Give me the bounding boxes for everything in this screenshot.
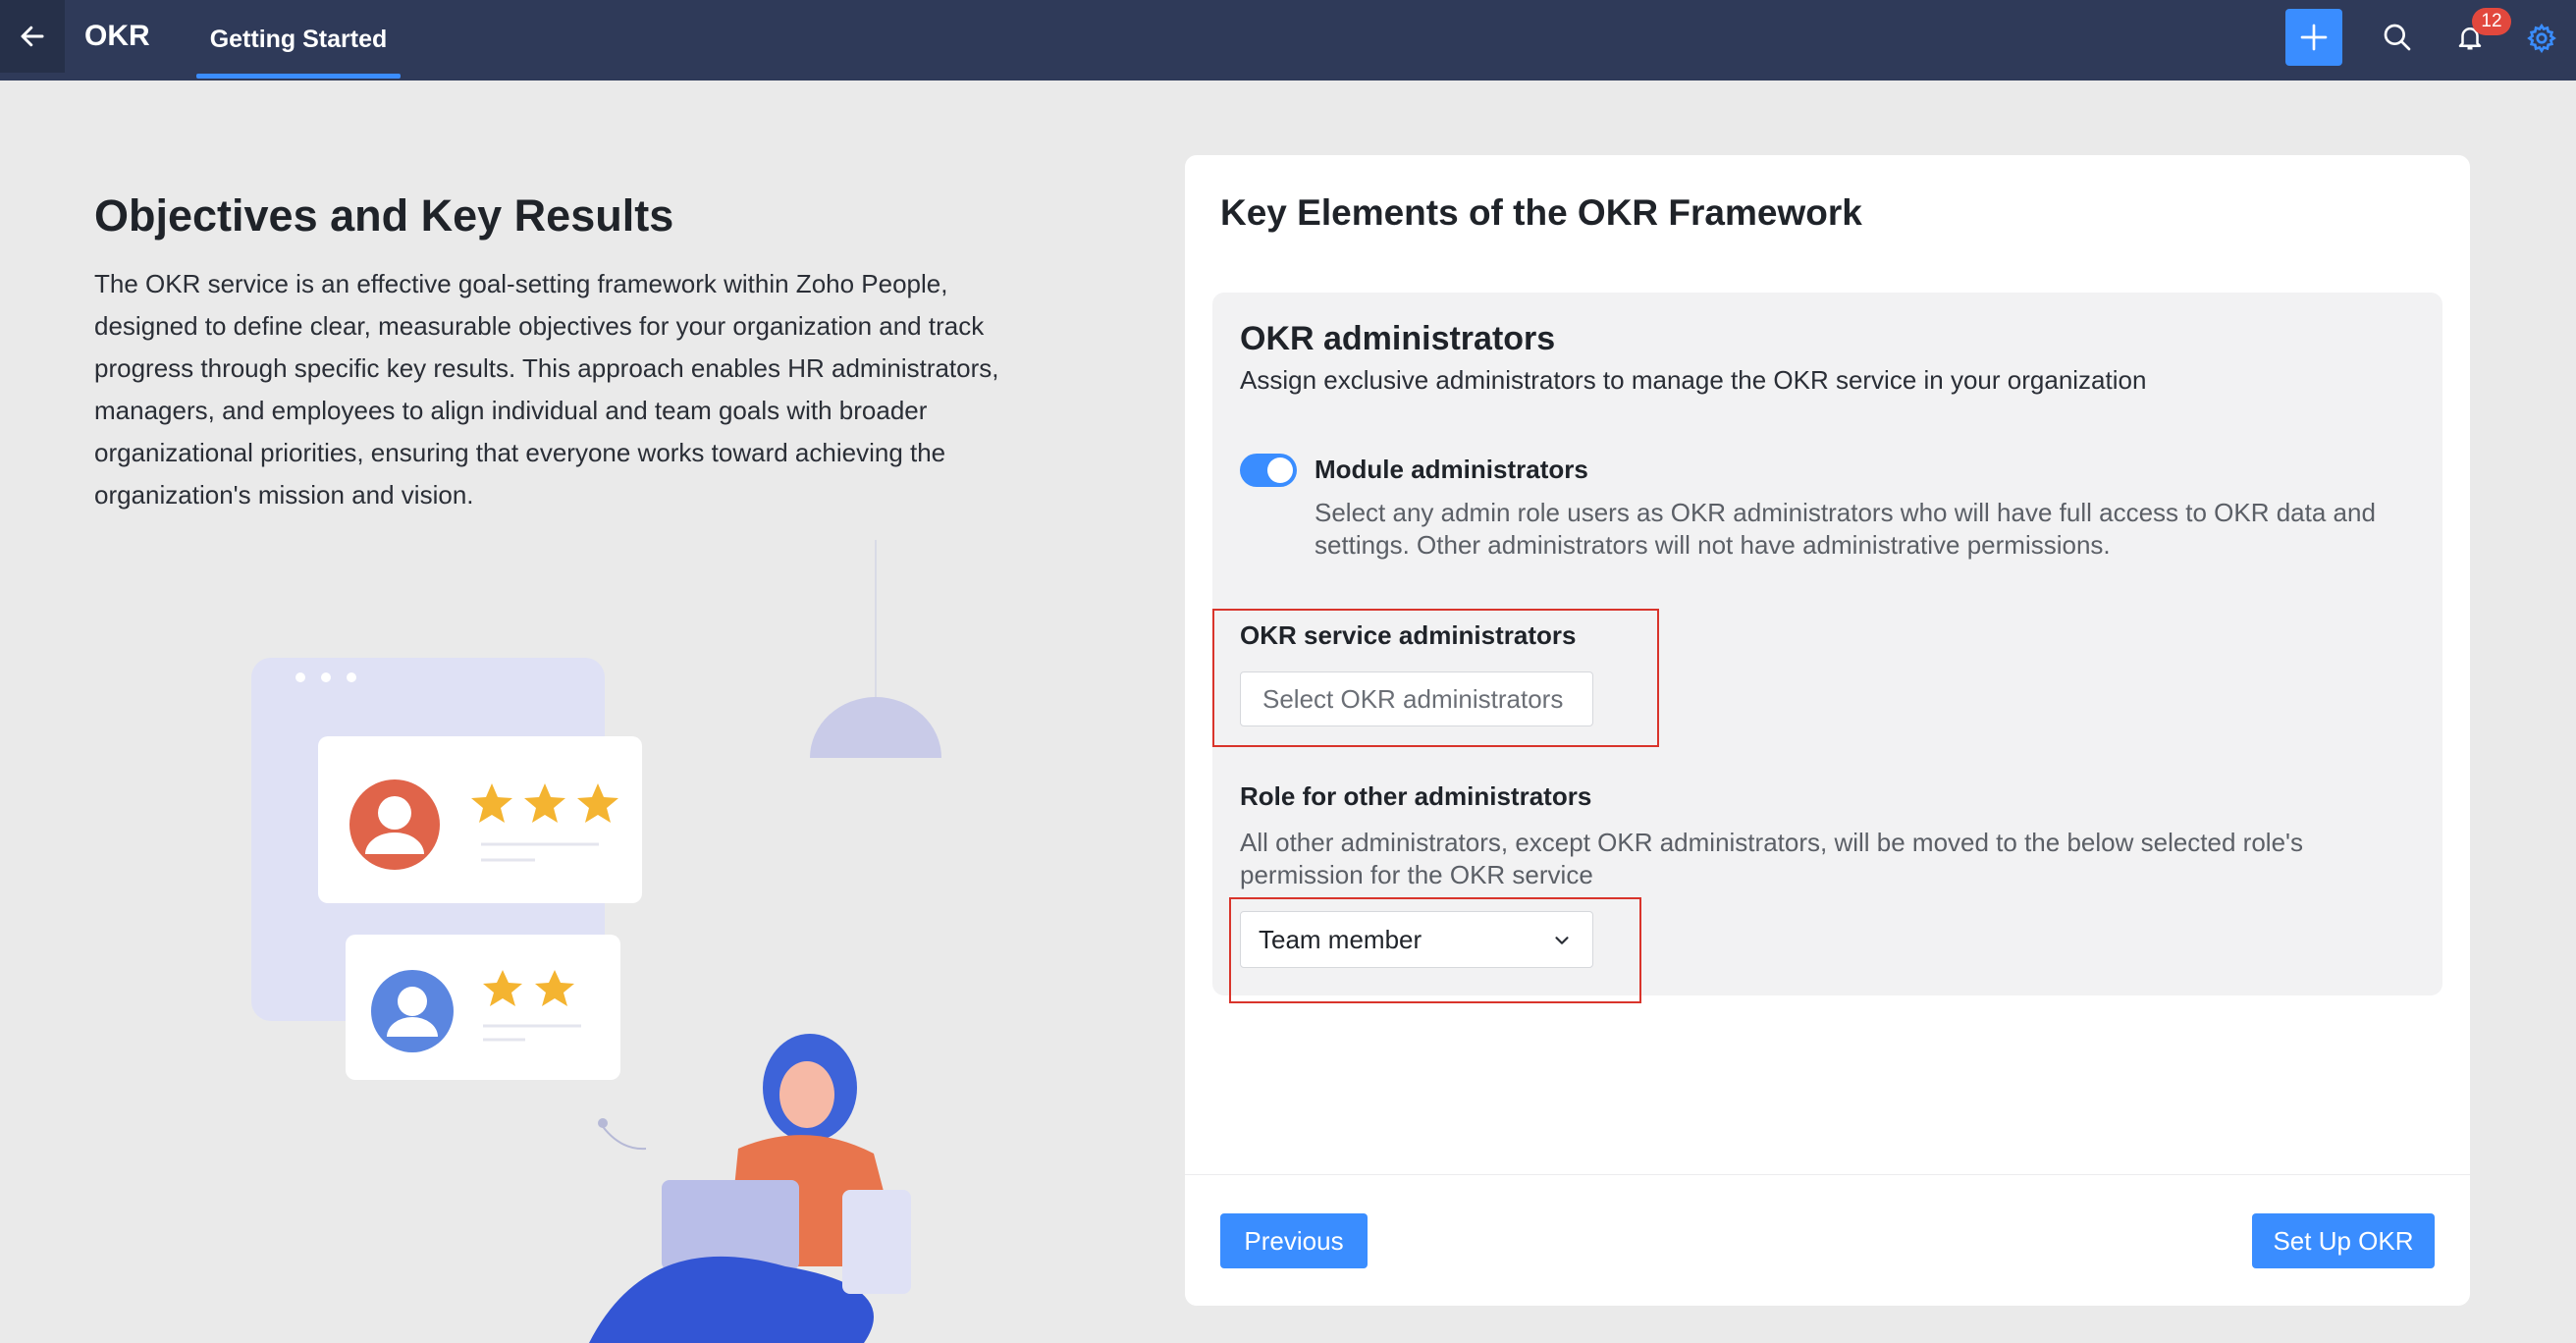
- module-administrators-description: Select any admin role users as OKR admin…: [1315, 498, 2376, 560]
- intro-description: The OKR service is an effective goal-set…: [94, 269, 999, 510]
- intro-title: Objectives and Key Results: [94, 190, 674, 241]
- role-select-value: Team member: [1259, 925, 1422, 954]
- role-label: Role for other administrators: [1240, 781, 1592, 811]
- card-title: Key Elements of the OKR Framework: [1220, 192, 1862, 233]
- gear-icon: [2527, 23, 2556, 54]
- role-select[interactable]: Team member: [1240, 911, 1593, 968]
- tab-getting-started[interactable]: Getting Started: [196, 0, 401, 79]
- app-title: OKR: [84, 20, 150, 52]
- okr-administrators-placeholder: Select OKR administrators: [1262, 683, 1564, 714]
- tab-label: Getting Started: [209, 25, 388, 53]
- module-administrators-toggle[interactable]: [1240, 454, 1297, 487]
- chevron-down-icon: [1555, 937, 1569, 944]
- toggle-knob: [1267, 457, 1293, 483]
- notification-badge: 12: [2472, 8, 2511, 35]
- okr-administrators-input[interactable]: Select OKR administrators: [1240, 672, 1593, 726]
- settings-button[interactable]: [2521, 18, 2562, 59]
- search-button[interactable]: [2378, 18, 2417, 57]
- module-administrators-label: Module administrators: [1315, 455, 1588, 484]
- framework-card: Key Elements of the OKR Framework OKR ad…: [1185, 155, 2470, 1306]
- arrow-left-icon: [21, 26, 44, 47]
- top-bar: OKR Getting Started 12: [0, 0, 2576, 81]
- section-title: OKR administrators: [1240, 320, 1556, 357]
- footer-divider: [1185, 1174, 2470, 1175]
- okr-administrators-section: OKR administrators Assign exclusive admi…: [1212, 293, 2442, 1003]
- set-up-okr-button[interactable]: Set Up OKR: [2252, 1213, 2435, 1268]
- okr-illustration: [251, 540, 941, 1343]
- plus-icon: [2300, 24, 2328, 51]
- section-subtitle: Assign exclusive administrators to manag…: [1240, 365, 2147, 395]
- back-button[interactable]: [0, 0, 65, 73]
- previous-button[interactable]: Previous: [1220, 1213, 1368, 1268]
- service-admins-label: OKR service administrators: [1240, 620, 1577, 650]
- add-button[interactable]: [2285, 9, 2342, 66]
- active-tab-indicator: [196, 74, 401, 79]
- search-icon: [2384, 24, 2411, 51]
- role-description: All other administrators, except OKR adm…: [1240, 828, 2303, 889]
